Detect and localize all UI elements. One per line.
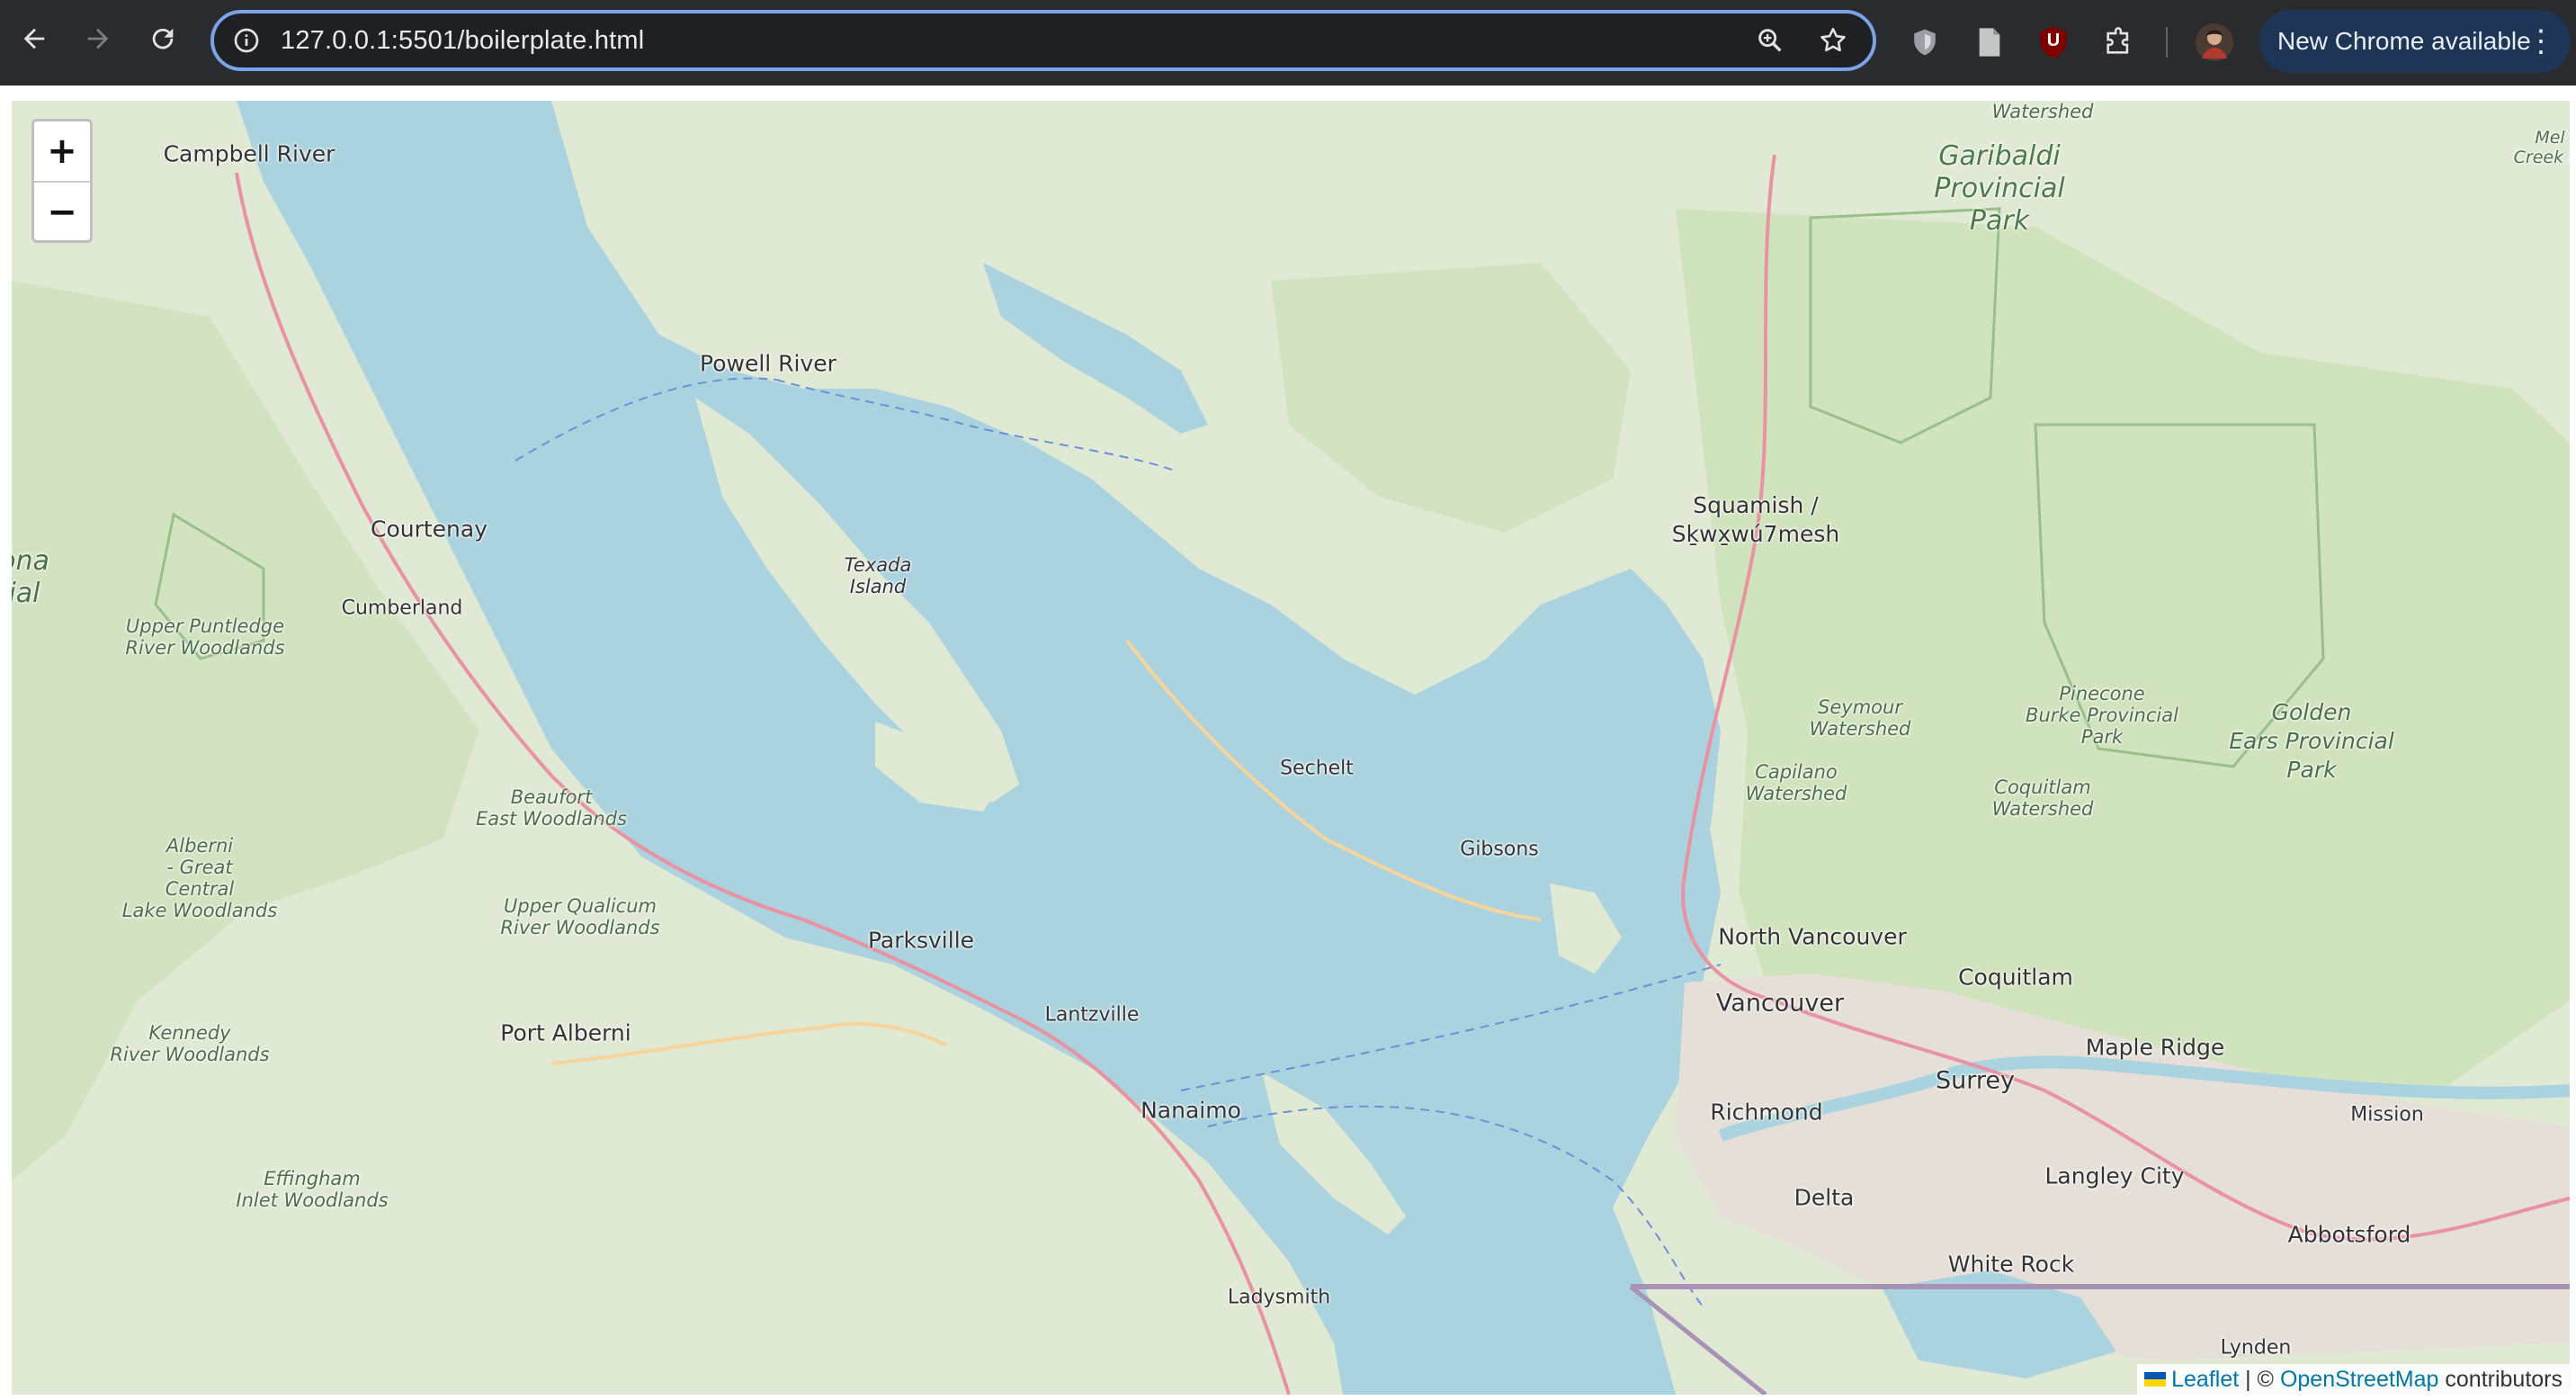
arrow-left-icon bbox=[19, 23, 49, 62]
update-label: New Chrome available bbox=[2277, 27, 2531, 55]
new-chrome-available-button[interactable]: New Chrome available ⋮ bbox=[2259, 10, 2571, 73]
map-tiles[interactable] bbox=[12, 101, 2570, 1395]
place-label-pinecone-burke: Pinecone Burke Provincial Park bbox=[2026, 683, 2178, 748]
place-label-campbell-river: Campbell River bbox=[163, 140, 335, 167]
browser-toolbar: 127.0.0.1:5501/boilerplate.html U New Ch… bbox=[0, 0, 2576, 85]
extension-badge: U bbox=[2046, 31, 2061, 50]
place-label-parksville: Parksville bbox=[867, 927, 975, 954]
place-label-upper-puntledge: Upper Puntledge River Woodlands bbox=[125, 615, 285, 659]
place-label-edge-right: Mel Creek Pr bbox=[2513, 128, 2570, 167]
place-label-squamish: Squamish / Sḵwx̱wú7mesh bbox=[1671, 492, 1840, 547]
document-icon[interactable] bbox=[1967, 20, 2012, 65]
puzzle-icon[interactable] bbox=[2096, 20, 2141, 65]
info-circle-icon[interactable] bbox=[227, 21, 266, 60]
place-label-mission: Mission bbox=[2350, 1103, 2424, 1126]
zoom-control: + − bbox=[31, 119, 93, 243]
place-label-lantzville: Lantzville bbox=[1044, 1003, 1140, 1027]
reload-button[interactable] bbox=[136, 15, 190, 69]
reload-icon bbox=[148, 23, 178, 62]
place-label-golden-ears: Golden Ears Provincial Park bbox=[2229, 699, 2394, 783]
url-text[interactable]: 127.0.0.1:5501/boilerplate.html bbox=[281, 26, 1747, 56]
ublock-extension-icon[interactable]: U bbox=[2031, 20, 2076, 65]
magnifier-zoom-icon[interactable] bbox=[1747, 17, 1793, 64]
place-label-effingham: Effingham Inlet Woodlands bbox=[236, 1168, 389, 1211]
zoom-in-button[interactable]: + bbox=[34, 121, 90, 183]
place-label-garibaldi: Garibaldi Provincial Park bbox=[1934, 140, 2065, 237]
place-label-port-alberni: Port Alberni bbox=[500, 1019, 631, 1046]
attribution-contributors: contributors bbox=[2438, 1366, 2563, 1392]
place-label-powell-river: Powell River bbox=[700, 350, 836, 377]
place-label-coquitlam-watershed: Coquitlam Watershed bbox=[1991, 776, 2094, 820]
place-label-langley-city: Langley City bbox=[2044, 1162, 2185, 1189]
place-label-alberni-great-central: Alberni - Great Central Lake Woodlands bbox=[121, 835, 278, 921]
place-label-surrey: Surrey bbox=[1936, 1066, 2015, 1095]
place-label-white-rock: White Rock bbox=[1947, 1251, 2075, 1278]
place-label-lynden: Lynden bbox=[2220, 1336, 2292, 1360]
arrow-right-icon bbox=[83, 23, 113, 62]
map-container[interactable]: Campbell River Powell River Courtenay Cu… bbox=[12, 101, 2570, 1395]
star-icon[interactable] bbox=[1810, 17, 1856, 64]
place-label-upper-qualicum: Upper Qualicum River Woodlands bbox=[500, 895, 660, 938]
place-label-coquitlam-watershed: Coquitlam Watershed bbox=[1991, 101, 2094, 122]
shield-icon[interactable] bbox=[1902, 20, 1947, 65]
place-label-kennedy: Kennedy River Woodlands bbox=[110, 1022, 270, 1065]
place-label-north-vancouver: North Vancouver bbox=[1718, 923, 1907, 950]
place-label-ladysmith: Ladysmith bbox=[1227, 1286, 1331, 1309]
back-button[interactable] bbox=[7, 15, 61, 69]
place-label-gibsons: Gibsons bbox=[1460, 838, 1539, 861]
leaflet-link[interactable]: Leaflet bbox=[2171, 1367, 2239, 1393]
place-label-abbotsford: Abbotsford bbox=[2287, 1221, 2411, 1248]
zoom-out-button[interactable]: − bbox=[34, 183, 90, 240]
place-label-capilano-watershed: Capilano Watershed bbox=[1745, 761, 1847, 804]
place-label-vancouver: Vancouver bbox=[1715, 989, 1845, 1018]
toolbar-divider bbox=[2166, 27, 2168, 58]
place-label-delta: Delta bbox=[1793, 1184, 1855, 1211]
place-label-beaufort: Beaufort East Woodlands bbox=[475, 786, 628, 830]
place-label-cumberland: Cumberland bbox=[341, 597, 463, 620]
place-label-richmond: Richmond bbox=[1710, 1099, 1823, 1126]
kebab-menu-icon[interactable]: ⋮ bbox=[2526, 26, 2556, 57]
forward-button[interactable] bbox=[71, 15, 125, 69]
place-label-courtenay: Courtenay bbox=[370, 516, 488, 543]
place-label-texada-island: Texada Island bbox=[844, 554, 912, 597]
ukraine-flag-icon bbox=[2144, 1372, 2167, 1387]
avatar[interactable] bbox=[2192, 20, 2237, 65]
place-label-sechelt: Sechelt bbox=[1280, 757, 1354, 780]
map-attribution: Leaflet | © OpenStreetMap contributors bbox=[2137, 1364, 2570, 1395]
place-label-nanaimo: Nanaimo bbox=[1140, 1097, 1241, 1124]
openstreetmap-link[interactable]: OpenStreetMap bbox=[2280, 1367, 2439, 1393]
attribution-separator: | © bbox=[2239, 1366, 2280, 1392]
place-label-edge-left: ona ial bbox=[12, 545, 49, 609]
place-label-seymour-watershed: Seymour Watershed bbox=[1809, 696, 1911, 740]
address-bar[interactable]: 127.0.0.1:5501/boilerplate.html bbox=[210, 10, 1876, 71]
place-label-coquitlam: Coquitlam bbox=[1958, 964, 2073, 991]
place-label-maple-ridge: Maple Ridge bbox=[2085, 1034, 2225, 1061]
